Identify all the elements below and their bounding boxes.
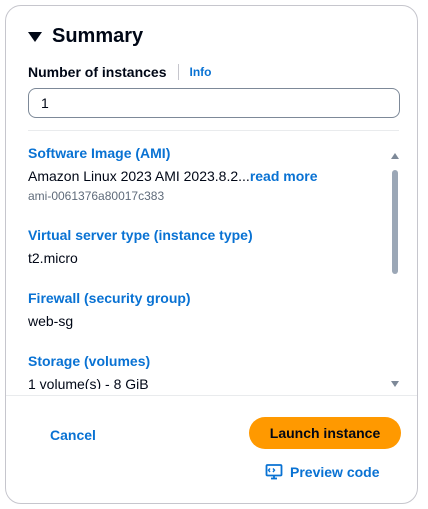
scroll-down-arrow-icon[interactable] (390, 380, 400, 388)
details-scrollbar[interactable] (390, 152, 400, 388)
preview-code-label: Preview code (290, 464, 380, 480)
cancel-button[interactable]: Cancel (50, 427, 96, 443)
number-of-instances-label: Number of instances (28, 64, 167, 80)
instance-type-title-link[interactable]: Virtual server type (instance type) (28, 226, 378, 244)
section-divider (28, 130, 399, 131)
summary-title: Summary (52, 25, 144, 47)
instance-type-value: t2.micro (28, 250, 78, 266)
ami-title-link[interactable]: Software Image (AMI) (28, 144, 378, 162)
firewall-section: Firewall (security group) web-sg (28, 289, 378, 330)
summary-panel: Summary Number of instances Info Softwar… (5, 5, 418, 504)
ami-name: Amazon Linux 2023 AMI 2023.8.2... (28, 168, 250, 184)
ami-value: Amazon Linux 2023 AMI 2023.8.2...read mo… (28, 167, 378, 185)
number-of-instances-label-row: Number of instances Info (28, 64, 211, 80)
scrollbar-thumb[interactable] (392, 170, 398, 274)
ami-section: Software Image (AMI) Amazon Linux 2023 A… (28, 144, 378, 204)
instance-type-section: Virtual server type (instance type) t2.m… (28, 226, 378, 267)
number-of-instances-input[interactable] (28, 88, 400, 118)
firewall-title-link[interactable]: Firewall (security group) (28, 289, 378, 307)
footer-divider (6, 395, 417, 396)
launch-instance-button[interactable]: Launch instance (249, 417, 401, 449)
caret-down-icon[interactable] (28, 31, 42, 43)
preview-code-link[interactable]: Preview code (265, 463, 380, 481)
storage-section: Storage (volumes) 1 volume(s) - 8 GiB (28, 352, 378, 389)
summary-details-scroll-area[interactable]: Software Image (AMI) Amazon Linux 2023 A… (28, 144, 378, 389)
code-preview-icon (265, 464, 283, 480)
label-separator (178, 64, 180, 80)
read-more-link[interactable]: read more (250, 168, 318, 184)
storage-value: 1 volume(s) - 8 GiB (28, 376, 149, 389)
summary-header[interactable]: Summary (28, 25, 143, 48)
firewall-value: web-sg (28, 313, 74, 329)
info-link[interactable]: Info (189, 65, 211, 79)
storage-title-link[interactable]: Storage (volumes) (28, 352, 378, 370)
scroll-up-arrow-icon[interactable] (390, 152, 400, 160)
ami-id: ami-0061376a80017c383 (28, 189, 165, 203)
